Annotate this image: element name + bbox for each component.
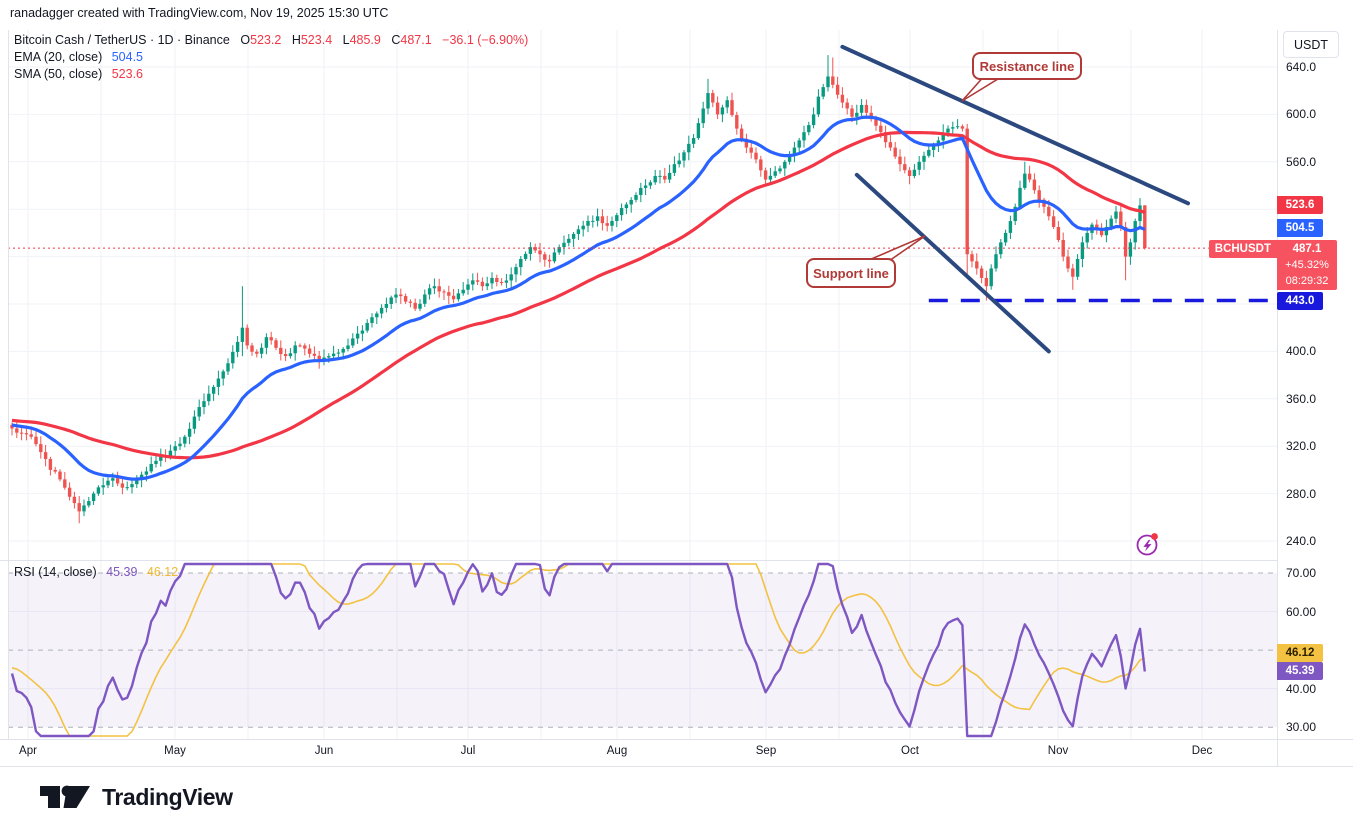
rsi-tick-label: 60.00 [1286, 604, 1317, 619]
month-label-jun: Jun [314, 745, 334, 757]
price-tick-label: 360.0 [1286, 391, 1317, 406]
rsi-ma-chip-value: 46.12 [1277, 644, 1323, 662]
last-price-value: 487.1 [1292, 243, 1322, 255]
close-value: 487.1 [400, 33, 432, 47]
price-tick-label: 640.0 [1286, 60, 1317, 74]
high-label: H [291, 33, 301, 47]
open-label: O [240, 33, 251, 47]
attribution-text: ranadagger created with TradingView.com,… [10, 6, 389, 20]
price-tick-label: 320.0 [1286, 439, 1317, 454]
ema-chip-value: 504.5 [1277, 219, 1323, 237]
ema-value: 504.5 [111, 50, 143, 64]
currency-scale-button[interactable]: USDT [1283, 31, 1339, 58]
month-label-nov: Nov [1047, 745, 1069, 757]
sma-legend-row[interactable]: SMA (50, close) 523.6 [14, 66, 528, 83]
last-price-chip-symbol: BCHUSDT [1208, 240, 1277, 258]
tradingview-logo-mark [40, 785, 90, 808]
rsi-value: 45.39 [106, 565, 138, 579]
open-value: 523.2 [250, 33, 282, 47]
support-level-chip: 443.0 [1277, 292, 1323, 310]
high-value: 523.4 [300, 33, 333, 47]
chart-legend: Bitcoin Cash / TetherUS · 1D · Binance O… [14, 32, 528, 83]
candlestick-series [10, 55, 1147, 524]
rsi-tick-label: 70.00 [1286, 566, 1317, 580]
rsi-chip-value: 45.39 [1277, 662, 1323, 680]
sma-label: SMA (50, close) [14, 67, 103, 81]
price-tick-label: 560.0 [1286, 154, 1317, 169]
rsi-tick-label: 30.00 [1286, 720, 1317, 735]
key-events-lightning-icon[interactable] [1133, 530, 1163, 560]
tradingview-logo-text: TradingView [102, 783, 233, 810]
ema-legend-row[interactable]: EMA (20, close) 504.5 [14, 49, 528, 66]
tradingview-chart-page: ranadagger created with TradingView.com,… [0, 0, 1353, 826]
bottom-border [0, 766, 1353, 767]
sma-value: 523.6 [111, 67, 143, 81]
sma-chip-value: 523.6 [1277, 196, 1323, 214]
price-tick-label: 600.0 [1286, 107, 1317, 122]
support-line-callout[interactable]: Support line [806, 258, 896, 288]
tradingview-logo: TradingView [36, 779, 233, 815]
bar-countdown: 08:29:32 [1285, 275, 1329, 287]
symbol-title[interactable]: Bitcoin Cash / TetherUS · 1D · Binance [14, 33, 230, 47]
time-axis-border [0, 739, 1353, 740]
resistance-line-callout[interactable]: Resistance line [972, 52, 1082, 80]
month-label-sep: Sep [755, 745, 777, 757]
month-label-may: May [164, 745, 186, 757]
month-label-aug: Aug [606, 745, 628, 757]
symbol-legend-row[interactable]: Bitcoin Cash / TetherUS · 1D · Binance O… [14, 32, 528, 49]
low-value: 485.9 [349, 33, 381, 47]
last-price-change-pct: +45.32% [1285, 259, 1329, 271]
rsi-label: RSI (14, close) [14, 565, 97, 579]
low-label: L [342, 33, 350, 47]
rsi-legend-row[interactable]: RSI (14, close) 45.39 46.12 [14, 565, 178, 579]
price-tick-label: 240.0 [1286, 534, 1317, 548]
month-label-oct: Oct [901, 745, 919, 757]
month-label-apr: Apr [19, 745, 37, 757]
month-label-dec: Dec [1191, 745, 1213, 757]
price-tick-label: 400.0 [1286, 344, 1317, 359]
ema-label: EMA (20, close) [14, 50, 103, 64]
price-tick-label: 280.0 [1286, 486, 1317, 501]
sma-50-line[interactable] [11, 130, 1146, 460]
ema-20-line[interactable] [11, 115, 1146, 481]
pane-left-border [8, 30, 9, 739]
rsi-ma-value: 46.12 [146, 565, 179, 579]
month-label-jul: Jul [460, 745, 476, 757]
chart-canvas[interactable] [0, 0, 1353, 826]
change-value: −36.1 (−6.90%) [442, 33, 529, 47]
rsi-tick-label: 40.00 [1286, 681, 1317, 696]
pane-separator[interactable] [0, 560, 1277, 561]
